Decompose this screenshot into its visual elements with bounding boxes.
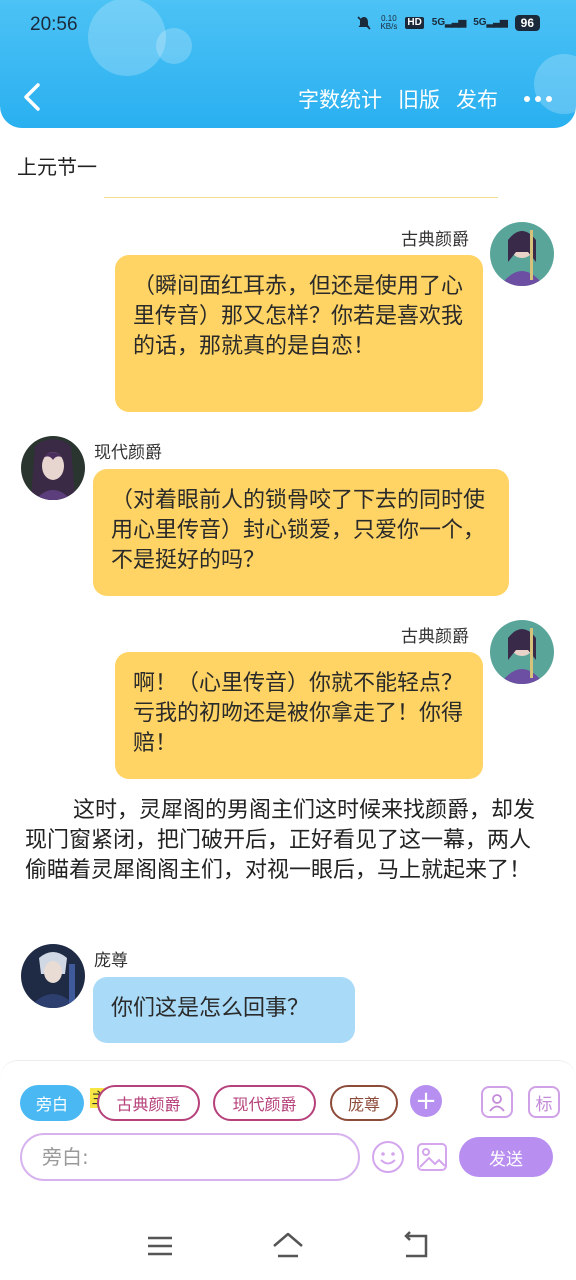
status-time: 20:56 — [30, 14, 78, 35]
publish-button[interactable]: 发布 — [456, 84, 498, 114]
role-chip-pangzun[interactable]: 庞尊 — [330, 1085, 398, 1121]
battery-icon: 96 — [514, 15, 540, 31]
message-bubble[interactable]: （瞬间面红耳赤，但还是使用了心里传音）那又怎样？你若是喜欢我的话，那就真的是自恋… — [115, 255, 483, 412]
signal-icon: 5G▂▃▅ — [473, 17, 507, 28]
mark-icon[interactable]: 标 — [528, 1086, 560, 1118]
home-button[interactable] — [268, 1230, 308, 1262]
status-icons: 0.10 KB/s HD 5G▂▃▅ 5G▂▃▅ 96 — [356, 15, 540, 31]
role-chip-narrator[interactable]: 旁白 — [20, 1085, 84, 1121]
image-icon[interactable] — [415, 1140, 449, 1174]
avatar-image — [21, 436, 85, 500]
signal-icon: 5G▂▃▅ — [431, 17, 466, 28]
avatar-pangzun[interactable] — [21, 944, 85, 1008]
smile-face-icon — [372, 1141, 404, 1173]
picture-icon — [417, 1143, 447, 1171]
person-icon — [489, 1094, 505, 1112]
avatar-classic-yanjue[interactable] — [490, 222, 554, 286]
message-bubble[interactable]: 啊！（心里传音）你就不能轻点？亏我的初吻还是被你拿走了！你得赔！ — [115, 652, 483, 779]
avatar-image — [490, 222, 554, 286]
avatar-image — [21, 944, 85, 1008]
role-chip-modern-yanjue[interactable]: 现代颜爵 — [213, 1085, 316, 1121]
speaker-name: 古典颜爵 — [401, 230, 469, 250]
word-count-button[interactable]: 字数统计 — [298, 84, 382, 114]
back-nav-button[interactable] — [396, 1230, 436, 1262]
avatar-classic-yanjue[interactable] — [490, 620, 554, 684]
home-icon — [273, 1232, 303, 1258]
chapter-title[interactable]: 上元节一 — [17, 151, 97, 180]
status-bar: 20:56 0.10 KB/s HD 5G▂▃▅ 5G▂▃▅ 96 — [0, 0, 576, 54]
speaker-name: 现代颜爵 — [94, 443, 162, 463]
old-version-button[interactable]: 旧版 — [398, 84, 440, 114]
avatar-modern-yanjue[interactable] — [21, 436, 85, 500]
emoji-icon[interactable] — [371, 1140, 405, 1174]
top-header: 20:56 0.10 KB/s HD 5G▂▃▅ 5G▂▃▅ 96 字数统计 旧… — [0, 0, 576, 128]
add-role-icon[interactable]: + — [410, 1085, 442, 1117]
more-dot-icon — [546, 96, 552, 102]
speaker-name: 庞尊 — [94, 951, 128, 971]
net-speed: 0.10 KB/s — [380, 14, 398, 31]
menu-button[interactable] — [140, 1230, 180, 1262]
more-options-button[interactable] — [524, 96, 552, 102]
title-divider — [104, 197, 498, 198]
more-dot-icon — [535, 96, 541, 102]
header-toolbar: 字数统计 旧版 发布 — [298, 84, 552, 114]
more-dot-icon — [524, 96, 530, 102]
role-chip-classic-yanjue[interactable]: 古典颜爵 — [97, 1085, 200, 1121]
message-bubble[interactable]: （对着眼前人的锁骨咬了下去的同时使用心里传音）封心锁爱，只爱你一个，不是挺好的吗… — [93, 469, 509, 596]
system-nav-bar — [0, 1212, 576, 1280]
mute-icon — [357, 16, 372, 30]
message-input[interactable] — [20, 1133, 360, 1181]
back-button[interactable] — [18, 80, 48, 114]
message-bubble[interactable]: 你们这是怎么回事？ — [93, 977, 355, 1043]
chevron-left-icon — [24, 83, 40, 111]
contact-icon[interactable] — [481, 1086, 513, 1118]
back-icon — [404, 1231, 428, 1258]
hd-icon: HD — [405, 17, 424, 29]
send-button[interactable]: 发送 — [459, 1137, 553, 1177]
narration-text[interactable]: 这时，灵犀阁的男阁主们这时候来找颜爵，却发现门窗紧闭，把门破开后，正好看见了这一… — [25, 796, 545, 886]
avatar-image — [490, 620, 554, 684]
menu-icon — [148, 1236, 172, 1256]
speaker-name: 古典颜爵 — [401, 627, 469, 647]
